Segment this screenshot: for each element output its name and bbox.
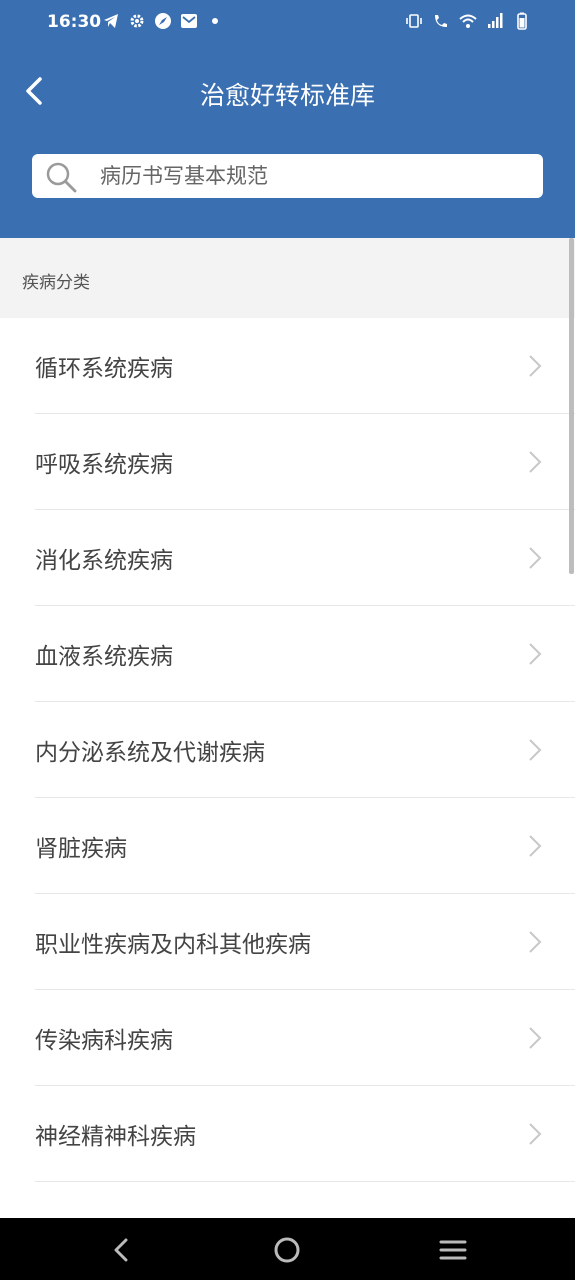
search-box[interactable] <box>32 154 543 198</box>
list-item-label: 循环系统疾病 <box>35 356 173 382</box>
list-item-label: 传染病科疾病 <box>35 1028 173 1054</box>
list-item-label: 内分泌系统及代谢疾病 <box>35 740 265 766</box>
chevron-right-icon <box>529 547 542 569</box>
scrollbar[interactable] <box>569 238 574 574</box>
list-item[interactable]: 肾脏疾病 <box>35 798 575 894</box>
list-item-label: 神经精神科疾病 <box>35 1124 196 1150</box>
list-item-label: 消化系统疾病 <box>35 548 173 574</box>
battery-icon <box>517 12 527 30</box>
nav-home-icon[interactable] <box>272 1235 302 1265</box>
app-header: 治愈好转标准库 <box>0 48 575 238</box>
status-left-icons <box>102 12 224 30</box>
list-item[interactable]: 职业性疾病及内科其他疾病 <box>35 894 575 990</box>
telegram-icon <box>104 14 118 28</box>
list-item[interactable]: 传染病科疾病 <box>35 990 575 1086</box>
mail-icon <box>181 14 197 28</box>
status-right-icons <box>405 12 531 30</box>
category-list: 循环系统疾病 呼吸系统疾病 消化系统疾病 血液系统疾病 内分泌系统及代谢疾病 肾… <box>0 318 575 1218</box>
chevron-right-icon <box>529 739 542 761</box>
wifi-calling-icon <box>435 15 447 27</box>
list-item[interactable]: 消化系统疾病 <box>35 510 575 606</box>
chevron-right-icon <box>529 451 542 473</box>
settings-gear-icon <box>130 14 144 28</box>
page-title: 治愈好转标准库 <box>199 81 375 110</box>
nav-recents-icon[interactable] <box>438 1235 468 1265</box>
list-item-label: 肾脏疾病 <box>35 836 127 862</box>
list-item[interactable]: 循环系统疾病 <box>35 318 575 414</box>
list-item[interactable]: 内分泌系统及代谢疾病 <box>35 702 575 798</box>
more-notifications-dot-icon <box>212 18 218 24</box>
chevron-right-icon <box>529 355 542 377</box>
chevron-right-icon <box>529 643 542 665</box>
chevron-right-icon <box>529 835 542 857</box>
list-item-label: 血液系统疾病 <box>35 644 173 670</box>
list-item-label: 职业性疾病及内科其他疾病 <box>35 932 311 958</box>
list-item[interactable]: 呼吸系统疾病 <box>35 414 575 510</box>
status-bar: 16:30 <box>0 0 575 48</box>
signal-icon <box>488 13 503 28</box>
nav-back-icon[interactable] <box>107 1235 137 1265</box>
section-title: 疾病分类 <box>22 273 90 293</box>
vibrate-icon <box>406 14 422 28</box>
list-item[interactable]: 血液系统疾病 <box>35 606 575 702</box>
status-time: 16:30 <box>47 12 102 32</box>
list-item-label: 呼吸系统疾病 <box>35 452 173 478</box>
chevron-right-icon <box>529 1027 542 1049</box>
search-input[interactable] <box>100 154 520 198</box>
system-nav-bar <box>0 1218 575 1280</box>
search-icon <box>46 162 77 193</box>
compass-icon <box>155 13 171 29</box>
chevron-right-icon <box>529 1123 542 1145</box>
wifi-icon <box>459 14 477 28</box>
section-header: 疾病分类 <box>0 238 575 318</box>
list-item[interactable]: 神经精神科疾病 <box>35 1086 575 1182</box>
chevron-right-icon <box>529 931 542 953</box>
